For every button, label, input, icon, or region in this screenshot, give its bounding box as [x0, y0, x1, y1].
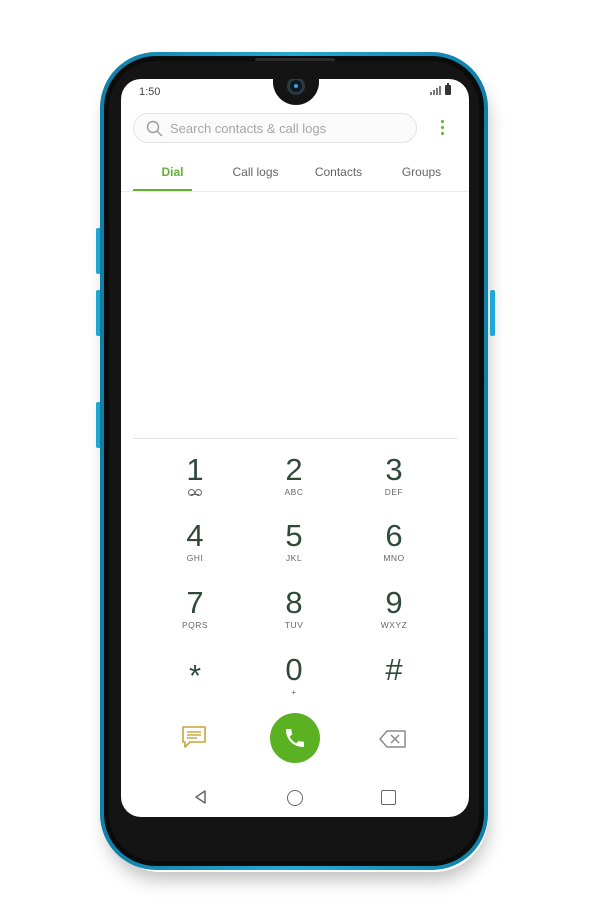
key-digit: 3 — [385, 452, 403, 487]
key-letters: JKL — [285, 553, 303, 563]
backspace-icon[interactable] — [379, 729, 407, 749]
phone-icon — [286, 729, 304, 747]
key-6[interactable]: 6 MNO — [344, 519, 444, 579]
key-9[interactable]: 9 WXYZ — [344, 586, 444, 646]
dial-display-divider — [133, 438, 457, 439]
key-letters: PQRS — [181, 620, 209, 630]
key-digit: # — [385, 652, 403, 687]
battery-icon — [445, 83, 451, 95]
key-digit: * — [188, 658, 202, 693]
status-icons — [430, 83, 451, 95]
key-letters: TUV — [284, 620, 304, 630]
key-3[interactable]: 3 DEF — [344, 453, 444, 513]
call-button[interactable] — [270, 713, 320, 763]
key-letters: WXYZ — [380, 620, 408, 630]
navigation-bar — [121, 779, 469, 817]
key-4[interactable]: 4 GHI — [145, 519, 245, 579]
tab-contacts[interactable]: Contacts — [297, 159, 380, 191]
back-icon[interactable] — [193, 789, 209, 805]
key-letters: DEF — [384, 487, 404, 497]
key-digit: 6 — [385, 518, 403, 553]
tab-divider — [121, 191, 469, 192]
message-icon[interactable] — [181, 725, 207, 749]
tab-call-logs[interactable]: Call logs — [214, 159, 297, 191]
key-digit: 5 — [285, 518, 303, 553]
key-2[interactable]: 2 ABC — [244, 453, 344, 513]
key-5[interactable]: 5 JKL — [244, 519, 344, 579]
key-digit: 1 — [186, 452, 204, 487]
key-digit: 2 — [285, 452, 303, 487]
phone-screen: 1:50 Search contacts & call logs Dial Ca… — [121, 79, 469, 817]
key-0[interactable]: 0 + — [244, 653, 344, 713]
key-digit: 0 — [285, 652, 303, 687]
more-options-icon[interactable] — [439, 120, 447, 138]
search-input[interactable]: Search contacts & call logs — [133, 113, 417, 143]
key-7[interactable]: 7 PQRS — [145, 586, 245, 646]
tab-dial[interactable]: Dial — [131, 159, 214, 191]
status-time: 1:50 — [139, 86, 161, 98]
key-digit: 4 — [186, 518, 204, 553]
key-star[interactable]: * — [145, 653, 245, 713]
search-placeholder: Search contacts & call logs — [170, 121, 327, 136]
key-8[interactable]: 8 TUV — [244, 586, 344, 646]
key-digit: 9 — [385, 585, 403, 620]
earpiece-speaker — [255, 58, 335, 61]
signal-icon — [430, 86, 441, 95]
key-1[interactable]: 1 — [145, 453, 245, 513]
tab-groups[interactable]: Groups — [380, 159, 463, 191]
home-icon[interactable] — [287, 790, 303, 806]
recent-apps-icon[interactable] — [381, 790, 396, 805]
key-letters: MNO — [383, 553, 405, 563]
search-icon — [146, 120, 163, 137]
key-letters: + — [291, 687, 297, 697]
key-digit: 8 — [285, 585, 303, 620]
key-letters: ABC — [284, 487, 304, 497]
tab-bar: Dial Call logs Contacts Groups — [131, 159, 463, 191]
power-button — [490, 290, 495, 336]
key-letters: GHI — [186, 553, 204, 563]
key-digit: 7 — [186, 585, 204, 620]
voicemail-icon — [145, 487, 245, 497]
key-hash[interactable]: # — [344, 653, 444, 713]
